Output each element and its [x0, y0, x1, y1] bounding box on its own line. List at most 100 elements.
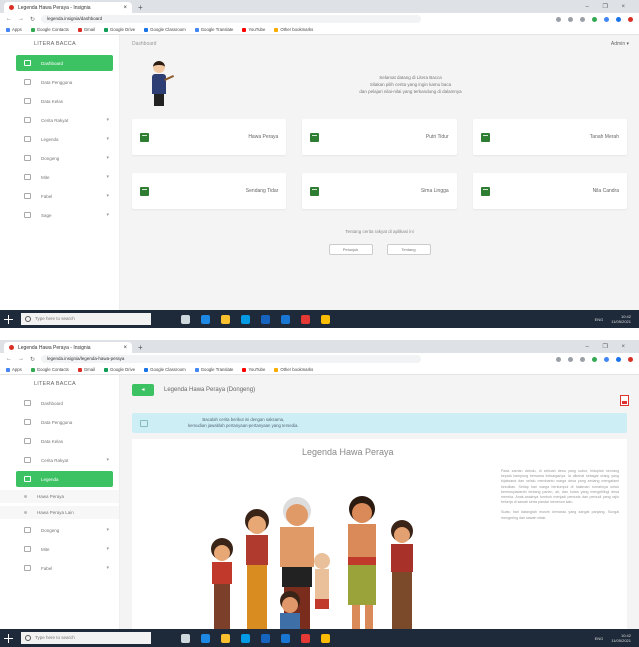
- sidebar-item[interactable]: Legenda: [16, 471, 113, 487]
- bookmark-item[interactable]: Apps: [6, 367, 22, 372]
- sidebar-item[interactable]: Dashboard: [16, 55, 113, 71]
- extension-icon[interactable]: [604, 356, 609, 362]
- bookmark-item[interactable]: Google Contacts: [30, 367, 69, 372]
- forward-icon[interactable]: →: [18, 356, 24, 362]
- bookmark-item[interactable]: Google Translate: [194, 367, 233, 372]
- bookmark-item[interactable]: Gmail: [77, 367, 95, 372]
- new-tab-button[interactable]: +: [138, 2, 143, 13]
- taskbar-search-input[interactable]: Type here to search: [21, 313, 151, 325]
- task-view-icon[interactable]: [181, 314, 190, 324]
- extension-icon[interactable]: [592, 356, 597, 362]
- forward-icon[interactable]: →: [18, 16, 24, 22]
- mail-icon[interactable]: [261, 633, 270, 643]
- windows-start-icon[interactable]: [4, 314, 13, 324]
- chrome-icon[interactable]: [321, 314, 330, 324]
- bookmark-item[interactable]: Google Translate: [194, 27, 233, 32]
- bookmark-item[interactable]: YouTube: [242, 27, 265, 32]
- bookmark-item[interactable]: Gmail: [77, 27, 95, 32]
- browser-tab[interactable]: Legenda Hawa Peraya - Insignia ×: [4, 342, 132, 353]
- zoom-icon[interactable]: [568, 356, 573, 362]
- sidebar-item[interactable]: Mite ▾: [0, 169, 119, 185]
- bookmark-item[interactable]: Google Contacts: [30, 27, 69, 32]
- explorer-icon[interactable]: [221, 633, 230, 643]
- mail-icon[interactable]: [261, 314, 270, 324]
- key-icon[interactable]: [556, 356, 561, 362]
- taskbar-search-input[interactable]: Type here to search: [21, 632, 151, 644]
- edge-icon[interactable]: [201, 633, 210, 643]
- word-icon[interactable]: [281, 314, 290, 324]
- tab-close-icon[interactable]: ×: [123, 5, 127, 11]
- tray-clock[interactable]: 10:42 11/05/2021: [611, 314, 631, 324]
- guide-button[interactable]: Petunjuk: [328, 244, 373, 255]
- profile-avatar[interactable]: [628, 356, 633, 362]
- star-icon[interactable]: [580, 16, 585, 22]
- puzzle-icon[interactable]: [616, 356, 621, 362]
- sidebar-item[interactable]: Dongeng ▾: [0, 522, 119, 538]
- story-card[interactable]: Hawa Peraya: [132, 119, 287, 155]
- explorer-icon[interactable]: [221, 314, 230, 324]
- star-icon[interactable]: [580, 356, 585, 362]
- bookmark-item[interactable]: Apps: [6, 27, 22, 32]
- chrome-icon[interactable]: [321, 633, 330, 643]
- sidebar-item[interactable]: Hawa Peraya Lain: [0, 506, 119, 519]
- sidebar-item[interactable]: Dongeng ▾: [0, 150, 119, 166]
- tray-language[interactable]: ENG: [595, 317, 604, 322]
- bookmark-item[interactable]: Google Classroom: [144, 27, 186, 32]
- story-card[interactable]: Sima Lingga: [302, 173, 457, 209]
- reload-icon[interactable]: ↻: [30, 16, 35, 23]
- story-card[interactable]: Putri Tidur: [302, 119, 457, 155]
- extension-icon[interactable]: [592, 16, 597, 22]
- bookmark-item[interactable]: Google Drive: [104, 367, 135, 372]
- key-icon[interactable]: [556, 16, 561, 22]
- tray-language[interactable]: ENG: [595, 636, 604, 641]
- window-controls[interactable]: – ❐ ×: [585, 342, 639, 353]
- store-icon[interactable]: [241, 633, 250, 643]
- tray-clock[interactable]: 10:42 11/05/2021: [611, 633, 631, 643]
- extension-icon[interactable]: [604, 16, 609, 22]
- acrobat-icon[interactable]: [301, 314, 310, 324]
- window-controls[interactable]: – ❐ ×: [585, 2, 639, 13]
- sidebar-item[interactable]: Fabel ▾: [0, 560, 119, 576]
- about-button[interactable]: Tentang: [386, 244, 431, 255]
- back-icon[interactable]: ←: [6, 356, 12, 362]
- sidebar-item[interactable]: Data Kelas: [0, 433, 119, 449]
- back-icon[interactable]: ←: [6, 16, 12, 22]
- pdf-download-icon[interactable]: [620, 395, 629, 406]
- story-card[interactable]: Nila Candra: [472, 173, 627, 209]
- back-button[interactable]: ◂: [132, 384, 154, 396]
- windows-start-icon[interactable]: [4, 633, 13, 643]
- address-bar[interactable]: legenda.insignia/legenda-hawa-peraya: [41, 355, 422, 363]
- puzzle-icon[interactable]: [616, 16, 621, 22]
- sidebar-item[interactable]: Data Pengguna: [0, 74, 119, 90]
- acrobat-icon[interactable]: [301, 633, 310, 643]
- sidebar-item[interactable]: Cerita Rakyat ▾: [0, 452, 119, 468]
- sidebar-item[interactable]: Data Pengguna: [0, 414, 119, 430]
- sidebar-item[interactable]: Fabel ▾: [0, 188, 119, 204]
- new-tab-button[interactable]: +: [138, 342, 143, 353]
- sidebar-item[interactable]: Mite ▾: [0, 541, 119, 557]
- sidebar-item[interactable]: Data Kelas: [0, 93, 119, 109]
- zoom-icon[interactable]: [568, 16, 573, 22]
- bookmark-item[interactable]: Other bookmarks: [274, 367, 313, 372]
- address-bar[interactable]: legenda.insignia/dashboard: [41, 15, 422, 23]
- sidebar-item[interactable]: Sage ▾: [0, 207, 119, 223]
- profile-avatar[interactable]: [628, 16, 633, 22]
- sidebar-item[interactable]: Legenda ▾: [0, 131, 119, 147]
- bookmark-item[interactable]: Google Drive: [104, 27, 135, 32]
- bookmark-item[interactable]: YouTube: [242, 367, 265, 372]
- browser-tab[interactable]: Legenda Hawa Peraya - Insignia ×: [4, 2, 132, 13]
- user-menu[interactable]: Admin ▾: [611, 41, 629, 47]
- sidebar-item[interactable]: Dashboard: [0, 395, 119, 411]
- sidebar-item[interactable]: Hawa Peraya: [0, 490, 119, 503]
- bookmark-item[interactable]: Google Classroom: [144, 367, 186, 372]
- word-icon[interactable]: [281, 633, 290, 643]
- story-card[interactable]: Sendang Tidar: [132, 173, 287, 209]
- task-view-icon[interactable]: [181, 633, 190, 643]
- tab-close-icon[interactable]: ×: [123, 345, 127, 351]
- bookmark-item[interactable]: Other bookmarks: [274, 27, 313, 32]
- reload-icon[interactable]: ↻: [30, 356, 35, 363]
- edge-icon[interactable]: [201, 314, 210, 324]
- sidebar-item[interactable]: Cerita Rakyat ▾: [0, 112, 119, 128]
- story-card[interactable]: Tanah Merah: [472, 119, 627, 155]
- store-icon[interactable]: [241, 314, 250, 324]
